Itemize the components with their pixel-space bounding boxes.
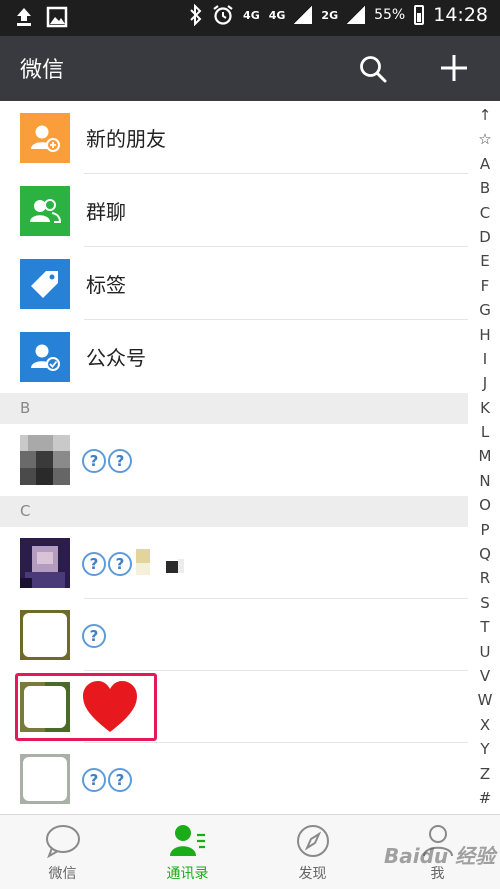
contact-row[interactable]: ?	[0, 599, 468, 671]
feature-label: 群聊	[86, 200, 126, 224]
unknown-char-icon: ?	[108, 449, 132, 473]
contact-row[interactable]: ? ?	[0, 424, 468, 496]
feature-label: 标签	[86, 273, 126, 297]
alphabet-index-item[interactable]: N	[470, 469, 500, 493]
feature-row-tags[interactable]: 标签	[0, 247, 468, 320]
avatar	[20, 435, 70, 485]
alphabet-index-item[interactable]: P	[470, 518, 500, 542]
image-icon	[46, 6, 68, 28]
alphabet-index-item[interactable]: U	[470, 640, 500, 664]
alphabet-index-item[interactable]: G	[470, 298, 500, 322]
contact-name: ?	[82, 621, 106, 651]
alphabet-index-item[interactable]: #	[470, 786, 500, 810]
emoji-icon	[136, 549, 184, 575]
alphabet-index-item[interactable]: B	[470, 176, 500, 200]
tab-discover[interactable]: 发现	[250, 815, 375, 889]
feature-row-new-friends[interactable]: 新的朋友	[0, 101, 468, 174]
feature-label: 公众号	[86, 346, 146, 370]
contact-name: ? ?	[82, 549, 194, 579]
clock: 14:28	[433, 4, 488, 26]
search-icon[interactable]	[358, 54, 388, 84]
alphabet-index-item[interactable]: Q	[470, 542, 500, 566]
page-title: 微信	[20, 58, 65, 83]
upload-icon	[17, 8, 31, 26]
official-account-icon	[20, 332, 70, 382]
highlight-box	[15, 673, 157, 741]
alphabet-index-item[interactable]: J	[470, 371, 500, 395]
alphabet-index-item[interactable]: D	[470, 225, 500, 249]
section-header-c: C	[0, 496, 468, 527]
tag-icon	[20, 259, 70, 309]
avatar	[20, 538, 70, 588]
unknown-char-icon: ?	[82, 552, 106, 576]
battery-percent: 55%	[374, 7, 406, 23]
contact-row[interactable]: ? ?	[0, 743, 468, 815]
alphabet-index-item[interactable]: E	[470, 249, 500, 273]
alphabet-index-item[interactable]: O	[470, 493, 500, 517]
add-friend-icon	[20, 113, 70, 163]
watermark: Baidu 经验	[384, 844, 496, 868]
tab-label: 微信	[48, 866, 77, 882]
alphabet-index-item[interactable]: C	[470, 201, 500, 225]
unknown-char-icon: ?	[108, 768, 132, 792]
group-chat-icon	[20, 186, 70, 236]
bluetooth-icon	[190, 4, 202, 26]
alphabet-index-item[interactable]: X	[470, 713, 500, 737]
chat-bubble-icon	[46, 825, 80, 859]
alphabet-index-item[interactable]: H	[470, 323, 500, 347]
unknown-char-icon: ?	[82, 768, 106, 792]
alphabet-index-item[interactable]: V	[470, 664, 500, 688]
feature-row-official-accounts[interactable]: 公众号	[0, 320, 468, 393]
feature-row-group-chat[interactable]: 群聊	[0, 174, 468, 247]
alphabet-index-item[interactable]: K	[470, 396, 500, 420]
add-icon[interactable]	[438, 52, 470, 84]
alphabet-index-item[interactable]: Y	[470, 737, 500, 761]
contacts-icon	[170, 825, 205, 856]
alphabet-index-item[interactable]: L	[470, 420, 500, 444]
alphabet-index-item[interactable]: ☆	[470, 127, 500, 151]
alphabet-index-item[interactable]: M	[470, 444, 500, 468]
network-4g-b-label: 4G	[268, 8, 286, 22]
alphabet-index-item[interactable]: S	[470, 591, 500, 615]
tab-contacts[interactable]: 通讯录	[125, 815, 250, 889]
tab-chats[interactable]: 微信	[0, 815, 125, 889]
alarm-icon	[213, 5, 233, 25]
compass-icon	[297, 825, 329, 857]
network-2g-label: 2G	[321, 8, 339, 22]
alphabet-index[interactable]: ↑ ☆ A B C D E F G H I J K L M N O P Q R S T U V W X Y Z #	[470, 103, 500, 813]
tab-label: 发现	[298, 866, 327, 882]
contact-name: ? ?	[82, 446, 132, 476]
unknown-char-icon: ?	[82, 449, 106, 473]
alphabet-index-item[interactable]: T	[470, 615, 500, 639]
contact-name: ? ?	[82, 765, 132, 795]
contact-row[interactable]: ? ?	[0, 527, 468, 599]
battery-icon	[414, 5, 425, 25]
status-bar: 4G 4G 2G 55% 14:28	[0, 0, 500, 36]
alphabet-index-item[interactable]: I	[470, 347, 500, 371]
alphabet-index-item[interactable]: F	[470, 274, 500, 298]
unknown-char-icon: ?	[108, 552, 132, 576]
signal-2g-icon	[347, 6, 366, 24]
alphabet-index-item[interactable]: Z	[470, 762, 500, 786]
signal-icon	[294, 6, 313, 24]
app-header: 微信	[0, 36, 500, 101]
alphabet-index-item[interactable]: ↑	[470, 103, 500, 127]
tab-label: 通讯录	[166, 866, 209, 882]
feature-label: 新的朋友	[86, 127, 166, 151]
alphabet-index-item[interactable]: W	[470, 688, 500, 712]
section-header-b: B	[0, 393, 468, 424]
alphabet-index-item[interactable]: R	[470, 566, 500, 590]
alphabet-index-item[interactable]: A	[470, 152, 500, 176]
avatar	[20, 610, 70, 660]
network-4g-label: 4G	[243, 8, 260, 22]
avatar	[20, 754, 70, 804]
unknown-char-icon: ?	[82, 624, 106, 648]
